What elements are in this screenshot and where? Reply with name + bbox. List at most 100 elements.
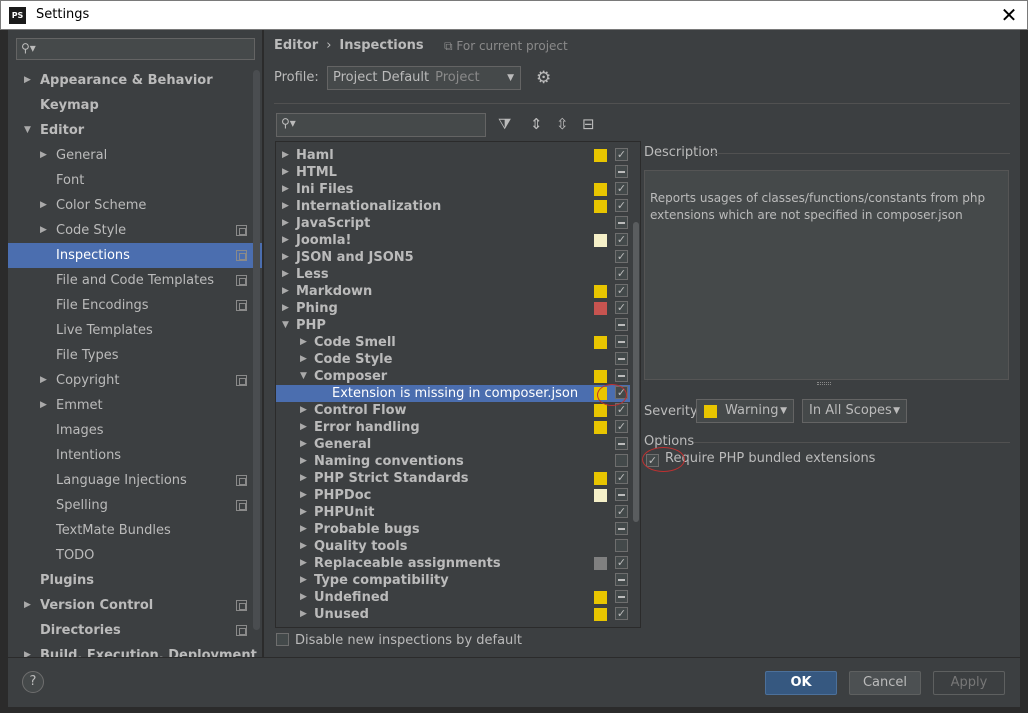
inspection-row[interactable]: ▶ General: [276, 436, 630, 453]
inspection-checkbox[interactable]: [615, 335, 628, 348]
sidebar-item[interactable]: Language Injections: [8, 468, 262, 493]
inspection-checkbox[interactable]: [615, 437, 628, 450]
chevron-right-icon[interactable]: ▶: [40, 193, 47, 218]
inspection-row[interactable]: ▶ Internationalization ✓: [276, 198, 630, 215]
chevron-right-icon[interactable]: ▶: [300, 504, 307, 521]
sidebar-item[interactable]: ▶ Code Style: [8, 218, 262, 243]
chevron-right-icon[interactable]: ▶: [40, 218, 47, 243]
sidebar-item[interactable]: ▼ Editor: [8, 118, 262, 143]
chevron-right-icon[interactable]: ▶: [24, 593, 31, 618]
inspection-row[interactable]: ▶ PHPDoc: [276, 487, 630, 504]
chevron-right-icon[interactable]: ▶: [24, 68, 31, 93]
inspection-checkbox[interactable]: [615, 318, 628, 331]
inspection-row[interactable]: ▶ Quality tools: [276, 538, 630, 555]
sidebar-item[interactable]: Plugins: [8, 568, 262, 593]
chevron-right-icon[interactable]: ▶: [282, 300, 289, 317]
sidebar-item[interactable]: Font: [8, 168, 262, 193]
inspection-row[interactable]: ▶ Error handling ✓: [276, 419, 630, 436]
inspection-checkbox[interactable]: ✓: [615, 420, 628, 433]
chevron-right-icon[interactable]: ▶: [300, 334, 307, 351]
sidebar-item[interactable]: File Encodings: [8, 293, 262, 318]
sidebar-item[interactable]: ▶ Color Scheme: [8, 193, 262, 218]
chevron-right-icon[interactable]: ▶: [300, 419, 307, 436]
chevron-right-icon[interactable]: ▶: [282, 164, 289, 181]
chevron-right-icon[interactable]: ▶: [282, 147, 289, 164]
inspection-row[interactable]: ▶ Probable bugs: [276, 521, 630, 538]
chevron-right-icon[interactable]: ▶: [40, 393, 47, 418]
cancel-button[interactable]: Cancel: [849, 671, 921, 695]
inspection-row[interactable]: ▶ Joomla! ✓: [276, 232, 630, 249]
sidebar-item[interactable]: File Types: [8, 343, 262, 368]
sidebar-item[interactable]: ▶ Copyright: [8, 368, 262, 393]
inspection-row[interactable]: ▶ Code Style: [276, 351, 630, 368]
inspection-checkbox[interactable]: [615, 165, 628, 178]
disable-new-inspections-checkbox[interactable]: Disable new inspections by default: [276, 633, 522, 651]
sidebar-item[interactable]: File and Code Templates: [8, 268, 262, 293]
inspection-row[interactable]: ▶ Undefined: [276, 589, 630, 606]
chevron-right-icon[interactable]: ▶: [300, 402, 307, 419]
chevron-right-icon[interactable]: ▶: [300, 351, 307, 368]
sidebar-item[interactable]: ▶ Version Control: [8, 593, 262, 618]
inspection-checkbox[interactable]: ✓: [615, 182, 628, 195]
inspection-row[interactable]: ▼ Composer: [276, 368, 630, 385]
chevron-right-icon[interactable]: ▶: [300, 453, 307, 470]
chevron-right-icon[interactable]: ▶: [300, 470, 307, 487]
inspection-row[interactable]: ▶ Less ✓: [276, 266, 630, 283]
sidebar-item[interactable]: Images: [8, 418, 262, 443]
chevron-right-icon[interactable]: ▶: [282, 215, 289, 232]
inspection-checkbox[interactable]: ✓: [615, 607, 628, 620]
inspection-row[interactable]: ▶ Unused ✓: [276, 606, 630, 623]
chevron-right-icon[interactable]: ▶: [300, 487, 307, 504]
chevron-right-icon[interactable]: ▶: [300, 555, 307, 572]
inspection-row[interactable]: ▶ PHP Strict Standards ✓: [276, 470, 630, 487]
sidebar-item[interactable]: Spelling: [8, 493, 262, 518]
inspection-checkbox[interactable]: ✓: [615, 250, 628, 263]
inspection-row[interactable]: Extension is missing in composer.json ✓: [276, 385, 630, 402]
inspection-checkbox[interactable]: [615, 369, 628, 382]
checkbox-box[interactable]: [276, 633, 289, 646]
inspection-checkbox[interactable]: [615, 590, 628, 603]
ok-button[interactable]: OK: [765, 671, 837, 695]
close-button[interactable]: ✕: [997, 4, 1021, 26]
inspection-row[interactable]: ▶ Haml ✓: [276, 147, 630, 164]
sidebar-item[interactable]: Keymap: [8, 93, 262, 118]
expand-all-icon[interactable]: ⇕: [530, 115, 543, 133]
inspection-checkbox[interactable]: ✓: [615, 267, 628, 280]
chevron-right-icon[interactable]: ▶: [300, 538, 307, 555]
chevron-right-icon[interactable]: ▶: [282, 181, 289, 198]
apply-button[interactable]: Apply: [933, 671, 1005, 695]
chevron-right-icon[interactable]: ▶: [24, 643, 31, 657]
sidebar-item[interactable]: Inspections: [8, 243, 262, 268]
chevron-right-icon[interactable]: ▶: [282, 198, 289, 215]
chevron-right-icon[interactable]: ▶: [282, 249, 289, 266]
inspection-row[interactable]: ▶ Markdown ✓: [276, 283, 630, 300]
chevron-right-icon[interactable]: ▶: [282, 266, 289, 283]
inspection-checkbox[interactable]: ✓: [615, 199, 628, 212]
inspection-checkbox[interactable]: [615, 522, 628, 535]
inspection-row[interactable]: ▶ Ini Files ✓: [276, 181, 630, 198]
sidebar-item[interactable]: Live Templates: [8, 318, 262, 343]
inspections-scrollbar[interactable]: [633, 222, 639, 522]
sidebar-item[interactable]: Intentions: [8, 443, 262, 468]
sidebar-item[interactable]: ▶ Emmet: [8, 393, 262, 418]
profile-select[interactable]: Project Default Project ▼: [327, 66, 521, 90]
sidebar-item[interactable]: ▶ General: [8, 143, 262, 168]
inspection-row[interactable]: ▼ PHP: [276, 317, 630, 334]
chevron-right-icon[interactable]: ▶: [40, 143, 47, 168]
inspection-row[interactable]: ▶ Type compatibility: [276, 572, 630, 589]
sidebar-item[interactable]: Directories: [8, 618, 262, 643]
inspection-checkbox[interactable]: ✓: [615, 505, 628, 518]
inspection-checkbox[interactable]: ✓: [615, 284, 628, 297]
filter-icon[interactable]: ⧩: [498, 115, 511, 133]
sidebar-item[interactable]: TODO: [8, 543, 262, 568]
chevron-right-icon[interactable]: ▶: [300, 436, 307, 453]
chevron-down-icon[interactable]: ▼: [282, 317, 289, 334]
inspection-row[interactable]: ▶ Naming conventions: [276, 453, 630, 470]
inspection-row[interactable]: ▶ HTML: [276, 164, 630, 181]
inspection-row[interactable]: ▶ Code Smell: [276, 334, 630, 351]
inspection-checkbox[interactable]: [615, 454, 628, 467]
inspection-checkbox[interactable]: [615, 352, 628, 365]
inspection-checkbox[interactable]: ✓: [615, 233, 628, 246]
inspection-checkbox[interactable]: [615, 539, 628, 552]
gear-icon[interactable]: ⚙: [536, 68, 551, 88]
